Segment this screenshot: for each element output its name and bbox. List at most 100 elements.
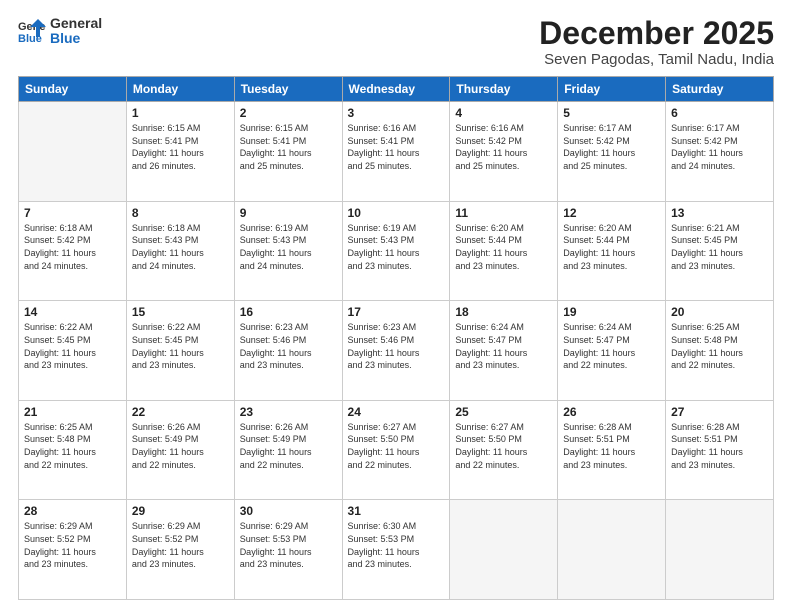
logo-text: General Blue xyxy=(50,16,102,47)
calendar-cell: 1 Sunrise: 6:15 AM Sunset: 5:41 PM Daylig… xyxy=(126,102,234,202)
day-number: 16 xyxy=(240,305,337,319)
title-block: December 2025 Seven Pagodas, Tamil Nadu,… xyxy=(539,16,774,68)
calendar-cell: 24Sunrise: 6:27 AM Sunset: 5:50 PM Dayli… xyxy=(342,400,450,500)
day-number: 2 xyxy=(240,106,337,120)
calendar-cell: 12 Sunrise: 6:20 AM Sunset: 5:44 PM Dayli… xyxy=(558,201,666,301)
day-header-tuesday: Tuesday xyxy=(234,77,342,102)
day-number: 31 xyxy=(348,504,445,518)
calendar-cell: 22 Sunrise: 6:26 AM Sunset: 5:49 PM Dayli… xyxy=(126,400,234,500)
calendar-cell: 18 Sunrise: 6:24 AM Sunset: 5:47 PM Dayli… xyxy=(450,301,558,401)
subtitle: Seven Pagodas, Tamil Nadu, India xyxy=(539,51,774,68)
day-number: 30 xyxy=(240,504,337,518)
day-number: 5 xyxy=(563,106,660,120)
day-header-sunday: Sunday xyxy=(19,77,127,102)
day-number: 6 xyxy=(671,106,768,120)
day-number: 12 xyxy=(563,206,660,220)
day-info: Sunrise: 6:25 AM Sunset: 5:48 PM Dayligh… xyxy=(24,421,121,471)
calendar-cell: 25 Sunrise: 6:27 AM Sunset: 5:50 PM Dayli… xyxy=(450,400,558,500)
day-info: Sunrise: 6:15 AM Sunset: 5:41 PM Dayligh… xyxy=(240,122,337,172)
day-info: Sunrise: 6:20 AM Sunset: 5:44 PM Dayligh… xyxy=(563,222,660,272)
day-number: 21 xyxy=(24,405,121,419)
day-info: Sunrise: 6:22 AM Sunset: 5:45 PM Dayligh… xyxy=(132,321,229,371)
day-number: 18 xyxy=(455,305,552,319)
day-header-monday: Monday xyxy=(126,77,234,102)
page: General Blue General Blue December 2025 … xyxy=(0,0,792,612)
calendar-cell: 29Sunrise: 6:29 AM Sunset: 5:52 PM Dayli… xyxy=(126,500,234,600)
day-number: 11 xyxy=(455,206,552,220)
day-header-wednesday: Wednesday xyxy=(342,77,450,102)
calendar-cell: 3 Sunrise: 6:16 AM Sunset: 5:41 PM Daylig… xyxy=(342,102,450,202)
calendar-cell: 20 Sunrise: 6:25 AM Sunset: 5:48 PM Dayli… xyxy=(666,301,774,401)
calendar-table: SundayMondayTuesdayWednesdayThursdayFrid… xyxy=(18,76,774,600)
day-info: Sunrise: 6:20 AM Sunset: 5:44 PM Dayligh… xyxy=(455,222,552,272)
calendar-week-5: 28 Sunrise: 6:29 AM Sunset: 5:52 PM Dayli… xyxy=(19,500,774,600)
day-info: Sunrise: 6:28 AM Sunset: 5:51 PM Dayligh… xyxy=(671,421,768,471)
day-number: 10 xyxy=(348,206,445,220)
day-info: Sunrise: 6:23 AM Sunset: 5:46 PM Dayligh… xyxy=(348,321,445,371)
calendar-cell: 9 Sunrise: 6:19 AM Sunset: 5:43 PM Daylig… xyxy=(234,201,342,301)
day-info: Sunrise: 6:29 AM Sunset: 5:52 PM Dayligh… xyxy=(24,520,121,570)
calendar-cell: 31Sunrise: 6:30 AM Sunset: 5:53 PM Dayli… xyxy=(342,500,450,600)
calendar-week-3: 14Sunrise: 6:22 AM Sunset: 5:45 PM Dayli… xyxy=(19,301,774,401)
calendar-cell: 14Sunrise: 6:22 AM Sunset: 5:45 PM Dayli… xyxy=(19,301,127,401)
calendar-cell: 8 Sunrise: 6:18 AM Sunset: 5:43 PM Daylig… xyxy=(126,201,234,301)
day-info: Sunrise: 6:19 AM Sunset: 5:43 PM Dayligh… xyxy=(348,222,445,272)
day-info: Sunrise: 6:18 AM Sunset: 5:42 PM Dayligh… xyxy=(24,222,121,272)
calendar-cell: 5 Sunrise: 6:17 AM Sunset: 5:42 PM Daylig… xyxy=(558,102,666,202)
logo-icon: General Blue xyxy=(18,17,46,45)
day-info: Sunrise: 6:29 AM Sunset: 5:53 PM Dayligh… xyxy=(240,520,337,570)
day-info: Sunrise: 6:16 AM Sunset: 5:42 PM Dayligh… xyxy=(455,122,552,172)
day-info: Sunrise: 6:15 AM Sunset: 5:41 PM Dayligh… xyxy=(132,122,229,172)
day-number: 13 xyxy=(671,206,768,220)
day-number: 26 xyxy=(563,405,660,419)
day-header-saturday: Saturday xyxy=(666,77,774,102)
calendar-cell: 10 Sunrise: 6:19 AM Sunset: 5:43 PM Dayli… xyxy=(342,201,450,301)
day-number: 25 xyxy=(455,405,552,419)
calendar-cell: 15 Sunrise: 6:22 AM Sunset: 5:45 PM Dayli… xyxy=(126,301,234,401)
day-number: 23 xyxy=(240,405,337,419)
calendar-cell: 30 Sunrise: 6:29 AM Sunset: 5:53 PM Dayli… xyxy=(234,500,342,600)
calendar-cell: 4Sunrise: 6:16 AM Sunset: 5:42 PM Daylig… xyxy=(450,102,558,202)
calendar-cell: 19 Sunrise: 6:24 AM Sunset: 5:47 PM Dayli… xyxy=(558,301,666,401)
day-info: Sunrise: 6:17 AM Sunset: 5:42 PM Dayligh… xyxy=(563,122,660,172)
calendar-cell xyxy=(450,500,558,600)
day-info: Sunrise: 6:25 AM Sunset: 5:48 PM Dayligh… xyxy=(671,321,768,371)
day-number: 3 xyxy=(348,106,445,120)
calendar-cell: 6Sunrise: 6:17 AM Sunset: 5:42 PM Daylig… xyxy=(666,102,774,202)
day-number: 8 xyxy=(132,206,229,220)
day-info: Sunrise: 6:19 AM Sunset: 5:43 PM Dayligh… xyxy=(240,222,337,272)
day-number: 27 xyxy=(671,405,768,419)
calendar-cell: 2 Sunrise: 6:15 AM Sunset: 5:41 PM Daylig… xyxy=(234,102,342,202)
calendar-cell: 21 Sunrise: 6:25 AM Sunset: 5:48 PM Dayli… xyxy=(19,400,127,500)
day-info: Sunrise: 6:21 AM Sunset: 5:45 PM Dayligh… xyxy=(671,222,768,272)
calendar-header-row: SundayMondayTuesdayWednesdayThursdayFrid… xyxy=(19,77,774,102)
calendar-cell xyxy=(19,102,127,202)
logo: General Blue General Blue xyxy=(18,16,102,47)
day-number: 29 xyxy=(132,504,229,518)
day-info: Sunrise: 6:26 AM Sunset: 5:49 PM Dayligh… xyxy=(132,421,229,471)
calendar-cell: 11 Sunrise: 6:20 AM Sunset: 5:44 PM Dayli… xyxy=(450,201,558,301)
day-info: Sunrise: 6:27 AM Sunset: 5:50 PM Dayligh… xyxy=(455,421,552,471)
calendar-week-2: 7 Sunrise: 6:18 AM Sunset: 5:42 PM Daylig… xyxy=(19,201,774,301)
day-number: 17 xyxy=(348,305,445,319)
day-header-thursday: Thursday xyxy=(450,77,558,102)
day-number: 22 xyxy=(132,405,229,419)
day-number: 15 xyxy=(132,305,229,319)
calendar-cell: 16Sunrise: 6:23 AM Sunset: 5:46 PM Dayli… xyxy=(234,301,342,401)
calendar-cell: 7 Sunrise: 6:18 AM Sunset: 5:42 PM Daylig… xyxy=(19,201,127,301)
day-number: 20 xyxy=(671,305,768,319)
day-number: 9 xyxy=(240,206,337,220)
day-header-friday: Friday xyxy=(558,77,666,102)
day-number: 28 xyxy=(24,504,121,518)
day-number: 7 xyxy=(24,206,121,220)
calendar-cell: 27 Sunrise: 6:28 AM Sunset: 5:51 PM Dayli… xyxy=(666,400,774,500)
day-info: Sunrise: 6:24 AM Sunset: 5:47 PM Dayligh… xyxy=(563,321,660,371)
calendar-cell: 23Sunrise: 6:26 AM Sunset: 5:49 PM Dayli… xyxy=(234,400,342,500)
day-number: 1 xyxy=(132,106,229,120)
calendar-week-1: 1 Sunrise: 6:15 AM Sunset: 5:41 PM Daylig… xyxy=(19,102,774,202)
day-number: 19 xyxy=(563,305,660,319)
day-info: Sunrise: 6:24 AM Sunset: 5:47 PM Dayligh… xyxy=(455,321,552,371)
day-info: Sunrise: 6:18 AM Sunset: 5:43 PM Dayligh… xyxy=(132,222,229,272)
day-info: Sunrise: 6:16 AM Sunset: 5:41 PM Dayligh… xyxy=(348,122,445,172)
day-info: Sunrise: 6:28 AM Sunset: 5:51 PM Dayligh… xyxy=(563,421,660,471)
